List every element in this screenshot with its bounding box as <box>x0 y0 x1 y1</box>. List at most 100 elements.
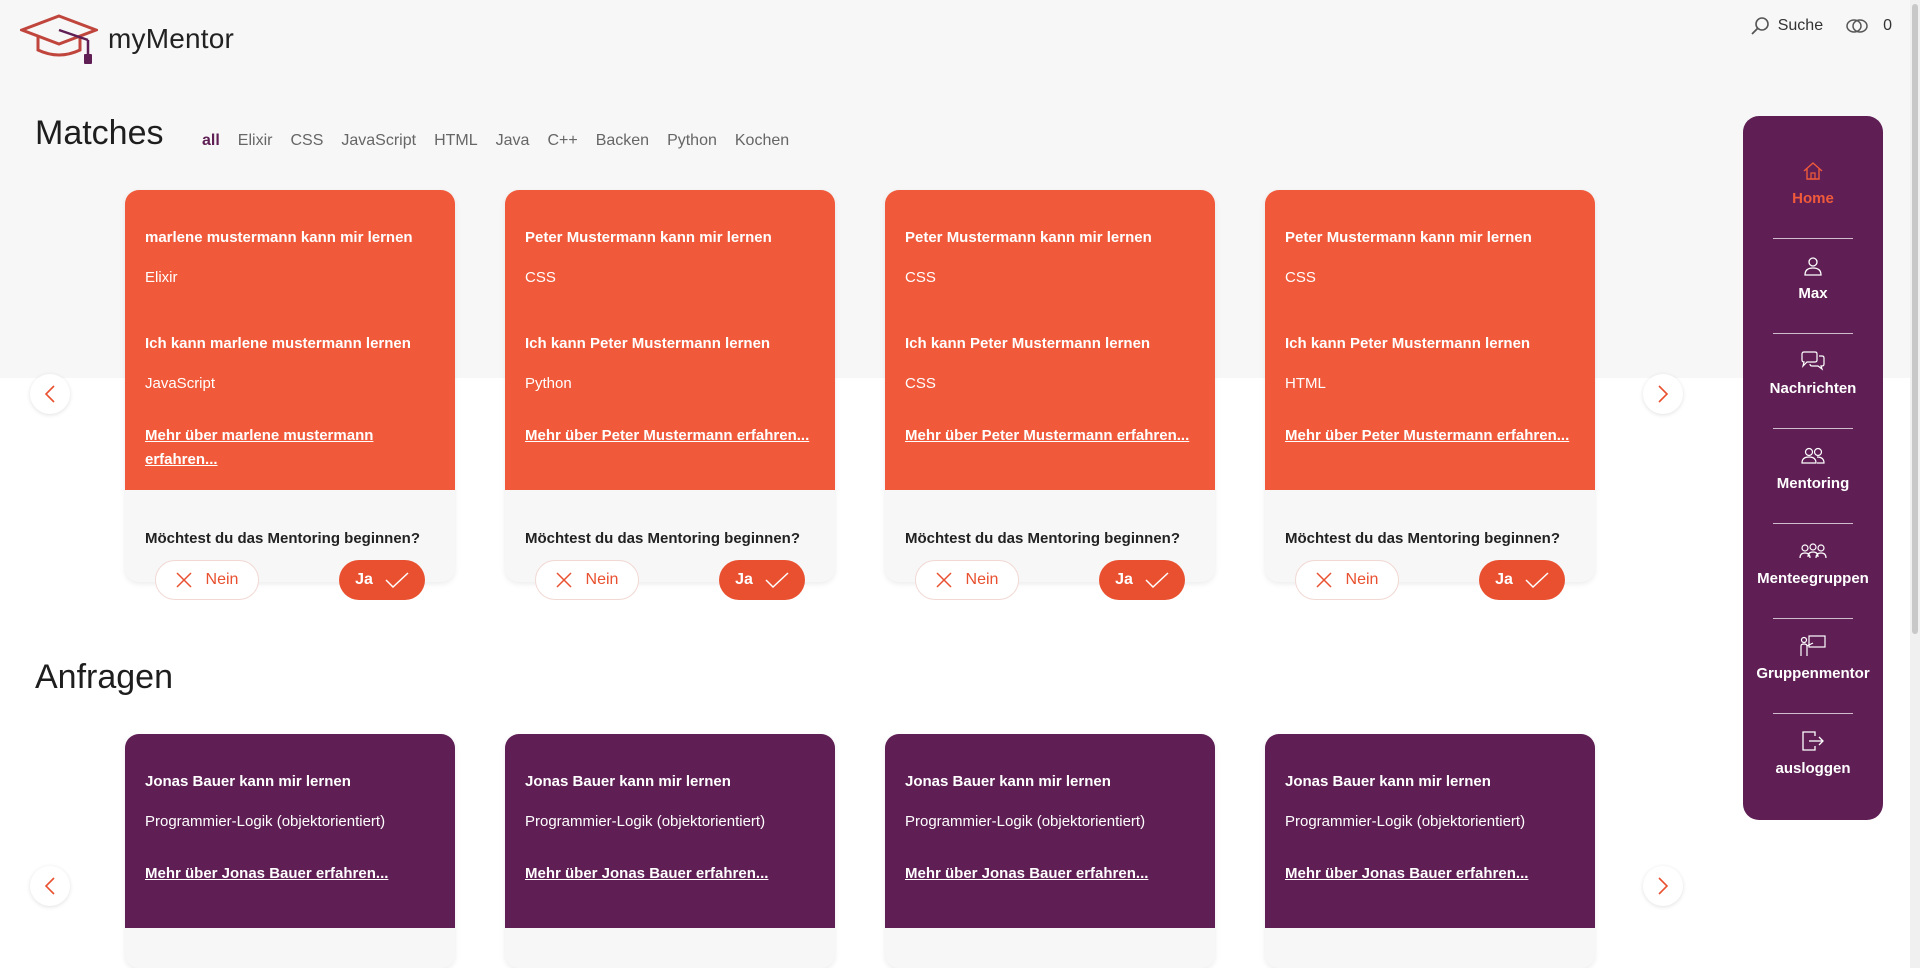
match-card-header: Peter Mustermann kann mir lernen CSS Ich… <box>1265 190 1595 490</box>
divider <box>1773 238 1853 239</box>
filter-elixir[interactable]: Elixir <box>238 132 273 150</box>
page-scrollbar[interactable] <box>1910 0 1920 968</box>
divider <box>1773 333 1853 334</box>
chevron-right-icon <box>1658 877 1669 895</box>
sidebar-item-profile[interactable]: Max <box>1743 251 1883 346</box>
chevron-left-icon <box>44 877 55 895</box>
teach-line: Peter Mustermann kann mir lernen <box>905 229 1152 246</box>
search-label: Suche <box>1777 17 1824 34</box>
learn-line: Ich kann Peter Mustermann lernen <box>525 335 771 352</box>
filter-backen[interactable]: Backen <box>596 132 649 150</box>
sidebar-item-mentee-groups[interactable]: Menteegruppen <box>1743 536 1883 631</box>
profile-link[interactable]: Mehr über marlene mustermann erfahren... <box>145 427 373 468</box>
header-actions: Suche 0 <box>1728 16 1892 36</box>
profile-link[interactable]: Mehr über Jonas Bauer erfahren... <box>145 865 388 882</box>
teach-line: Jonas Bauer kann mir lernen <box>905 773 1111 790</box>
filter-python[interactable]: Python <box>667 132 717 150</box>
sidebar-label: Menteegruppen <box>1757 570 1869 587</box>
profile-link[interactable]: Mehr über Jonas Bauer erfahren... <box>1285 865 1528 882</box>
mentoring-question: Möchtest du das Mentoring beginnen? <box>1285 530 1560 547</box>
match-card-header: Peter Mustermann kann mir lernen CSS Ich… <box>505 190 835 490</box>
sidebar-item-mentoring[interactable]: Mentoring <box>1743 441 1883 536</box>
teach-line: marlene mustermann kann mir lernen <box>145 229 413 246</box>
divider <box>1773 523 1853 524</box>
learn-line: Ich kann Peter Mustermann lernen <box>1285 335 1531 352</box>
decline-button[interactable]: Nein <box>535 560 639 600</box>
profile-link[interactable]: Mehr über Peter Mustermann erfahren... <box>1285 427 1569 444</box>
accept-button[interactable]: Ja <box>1479 560 1565 600</box>
request-card: Jonas Bauer kann mir lernen Programmier-… <box>1265 734 1595 968</box>
filter-all[interactable]: all <box>202 132 220 150</box>
decline-label: Nein <box>965 571 999 588</box>
close-icon <box>556 572 572 588</box>
close-icon <box>936 572 952 588</box>
profile-link[interactable]: Mehr über Jonas Bauer erfahren... <box>525 865 768 882</box>
checkmark-icon <box>385 572 409 588</box>
accept-label: Ja <box>735 571 753 588</box>
profile-link[interactable]: Mehr über Peter Mustermann erfahren... <box>905 427 1189 444</box>
accept-label: Ja <box>1115 571 1133 588</box>
matches-prev-button[interactable] <box>30 374 70 414</box>
learn-topic: CSS <box>905 375 936 392</box>
requests-prev-button[interactable] <box>30 866 70 906</box>
request-card-header: Jonas Bauer kann mir lernen Programmier-… <box>505 734 835 928</box>
match-card-header: marlene mustermann kann mir lernen Elixi… <box>125 190 455 490</box>
accept-button[interactable]: Ja <box>719 560 805 600</box>
accept-button[interactable]: Ja <box>1099 560 1185 600</box>
search-button[interactable]: Suche <box>1750 16 1823 36</box>
decline-button[interactable]: Nein <box>155 560 259 600</box>
filter-java[interactable]: Java <box>496 132 530 150</box>
decline-label: Nein <box>1345 571 1379 588</box>
matches-next-button[interactable] <box>1643 374 1683 414</box>
scrollbar-thumb[interactable] <box>1912 4 1918 634</box>
sidebar-label: ausloggen <box>1775 760 1851 777</box>
teach-line: Jonas Bauer kann mir lernen <box>525 773 731 790</box>
logout-icon <box>1802 731 1824 751</box>
request-card-header: Jonas Bauer kann mir lernen Programmier-… <box>125 734 455 928</box>
learn-line: Ich kann Peter Mustermann lernen <box>905 335 1151 352</box>
requests-next-button[interactable] <box>1643 866 1683 906</box>
app-name: myMentor <box>108 23 235 54</box>
requests-title: Anfragen <box>35 658 173 696</box>
match-card: marlene mustermann kann mir lernen Elixi… <box>125 190 455 600</box>
divider <box>1773 713 1853 714</box>
learn-topic: HTML <box>1285 375 1326 392</box>
learn-line: Ich kann marlene mustermann lernen <box>145 335 411 352</box>
search-icon <box>1751 17 1769 35</box>
filter-kochen[interactable]: Kochen <box>735 132 789 150</box>
match-filters: all Elixir CSS JavaScript HTML Java C++ … <box>202 132 807 150</box>
user-icon <box>1804 257 1822 276</box>
sidebar-item-messages[interactable]: Nachrichten <box>1743 346 1883 441</box>
divider <box>1773 618 1853 619</box>
sidebar-label: Gruppenmentor <box>1756 665 1870 682</box>
decline-button[interactable]: Nein <box>1295 560 1399 600</box>
accept-label: Ja <box>355 571 373 588</box>
teach-topic: CSS <box>525 269 556 286</box>
accept-button[interactable]: Ja <box>339 560 425 600</box>
group-icon <box>1799 543 1827 559</box>
filter-cpp[interactable]: C++ <box>547 132 577 150</box>
mentoring-question: Möchtest du das Mentoring beginnen? <box>145 530 420 547</box>
accept-label: Ja <box>1495 571 1513 588</box>
profile-link[interactable]: Mehr über Jonas Bauer erfahren... <box>905 865 1148 882</box>
request-card-header: Jonas Bauer kann mir lernen Programmier-… <box>885 734 1215 928</box>
presenter-icon <box>1800 635 1826 656</box>
teach-topic: CSS <box>905 269 936 286</box>
coins-counter[interactable]: 0 <box>1845 17 1892 35</box>
decline-label: Nein <box>205 571 239 588</box>
sidebar-item-logout[interactable]: ausloggen <box>1743 726 1883 821</box>
chevron-right-icon <box>1658 385 1669 403</box>
sidebar-item-group-mentor[interactable]: Gruppenmentor <box>1743 631 1883 726</box>
people-icon <box>1801 447 1825 464</box>
match-card: Peter Mustermann kann mir lernen CSS Ich… <box>885 190 1215 600</box>
logo[interactable]: myMentor <box>20 12 234 66</box>
sidebar-item-home[interactable]: Home <box>1743 156 1883 251</box>
filter-javascript[interactable]: JavaScript <box>341 132 416 150</box>
filter-css[interactable]: CSS <box>290 132 323 150</box>
divider <box>1773 428 1853 429</box>
match-card: Peter Mustermann kann mir lernen CSS Ich… <box>1265 190 1595 600</box>
profile-link[interactable]: Mehr über Peter Mustermann erfahren... <box>525 427 809 444</box>
checkmark-icon <box>1145 572 1169 588</box>
filter-html[interactable]: HTML <box>434 132 478 150</box>
decline-button[interactable]: Nein <box>915 560 1019 600</box>
